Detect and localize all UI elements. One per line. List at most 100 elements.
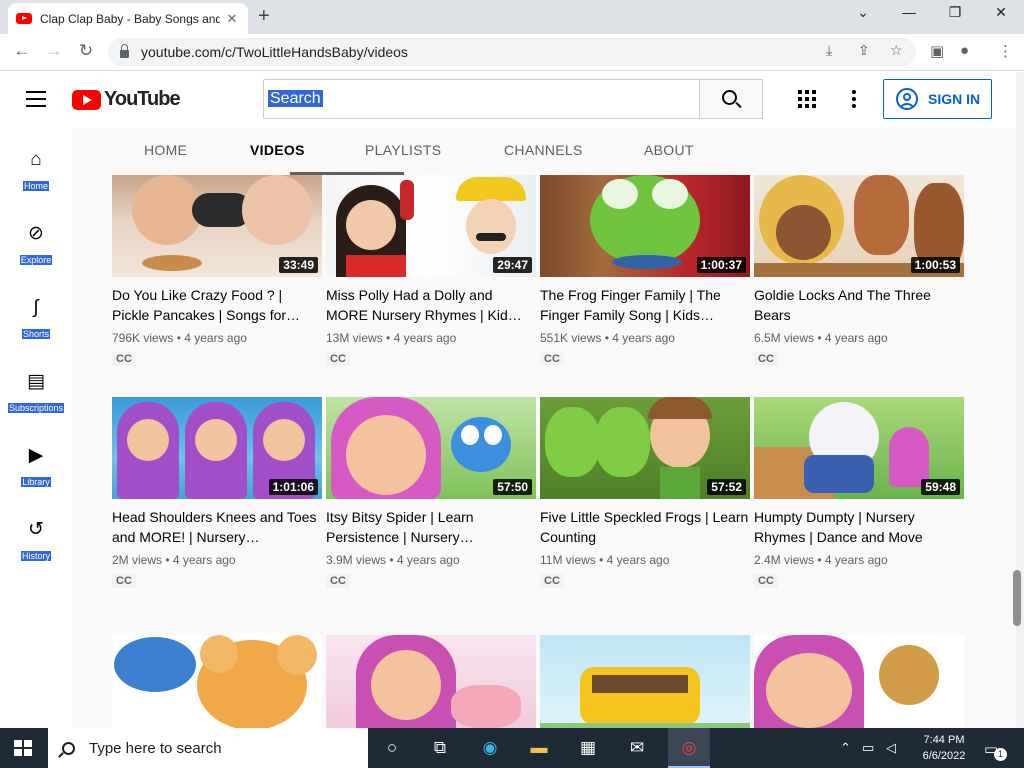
- sidebar-item-subscriptions[interactable]: ▤ Subscriptions: [0, 370, 72, 430]
- sidebar-item-home[interactable]: ⌂ Home: [0, 148, 72, 208]
- youtube-logo[interactable]: YouTube: [72, 88, 181, 111]
- view-count: 3.9M views: [326, 553, 387, 567]
- new-tab-button[interactable]: +: [258, 5, 270, 28]
- video-thumbnail[interactable]: 1:00:37: [540, 175, 750, 277]
- video-title[interactable]: Itsy Bitsy Spider | Learn Persistence | …: [326, 507, 536, 547]
- home-icon: ⌂: [30, 149, 42, 170]
- video-card[interactable]: 1:01:06 Head Shoulders Knees and Toes an…: [112, 397, 322, 589]
- sidebar-item-label: Shorts: [21, 329, 50, 339]
- video-card[interactable]: 1:00:53 Goldie Locks And The Three Bears…: [754, 175, 964, 367]
- video-thumbnail[interactable]: [540, 635, 750, 728]
- view-count: 6.5M views: [754, 331, 815, 345]
- taskbar-search-input[interactable]: Type here to search: [48, 728, 368, 768]
- microsoft-store-icon[interactable]: ▦: [576, 736, 600, 760]
- video-thumbnail[interactable]: 1:00:53: [754, 175, 964, 277]
- upload-age: 4 years ago: [184, 331, 247, 345]
- system-clock[interactable]: 7:44 PM 6/6/2022: [914, 732, 974, 764]
- tab-close-icon[interactable]: ✕: [224, 11, 240, 27]
- show-hidden-icons-icon[interactable]: ⌃: [840, 740, 851, 756]
- video-card[interactable]: 1:00:37 The Frog Finger Family | The Fin…: [540, 175, 750, 367]
- video-card[interactable]: 33:49 Do You Like Crazy Food ? | Pickle …: [112, 175, 322, 367]
- tab-playlists[interactable]: PLAYLISTS: [365, 142, 441, 158]
- subscriptions-icon: ▤: [27, 371, 45, 392]
- address-bar[interactable]: youtube.com/c/TwoLittleHandsBaby/videos: [108, 38, 916, 66]
- search-button[interactable]: [699, 79, 763, 119]
- video-thumbnail[interactable]: 59:48: [754, 397, 964, 499]
- video-card[interactable]: 57:52 Five Little Speckled Frogs | Learn…: [540, 397, 750, 589]
- video-title[interactable]: Humpty Dumpty | Nursery Rhymes | Dance a…: [754, 507, 964, 547]
- video-thumbnail[interactable]: [326, 635, 536, 728]
- video-duration: 1:00:37: [696, 257, 746, 273]
- bookmark-star-icon[interactable]: ☆: [890, 42, 903, 59]
- video-card[interactable]: 29:47 Miss Polly Had a Dolly and MORE Nu…: [326, 175, 536, 367]
- windows-start-icon[interactable]: [14, 740, 32, 756]
- apps-grid-icon[interactable]: [798, 90, 816, 108]
- browser-tab[interactable]: Clap Clap Baby - Baby Songs and ✕: [8, 3, 248, 34]
- share-icon[interactable]: ⇪: [858, 42, 870, 59]
- page-scrollbar-thumb[interactable]: [1013, 570, 1021, 626]
- video-thumbnail[interactable]: [112, 635, 322, 728]
- video-duration: 59:48: [921, 479, 960, 495]
- windows-taskbar: Type here to search ○ ⧉ ◉ ▬ ▦ ✉ ◎ ⌃ ▭ ◁ …: [0, 728, 1024, 768]
- profile-icon[interactable]: ●: [960, 42, 969, 59]
- restore-button[interactable]: ❐: [940, 4, 970, 21]
- cortana-icon[interactable]: ○: [380, 736, 404, 760]
- notification-count-badge: 1: [994, 748, 1007, 761]
- library-icon: ▶: [28, 445, 44, 466]
- tab-about[interactable]: ABOUT: [644, 142, 694, 158]
- video-meta: 2M views • 4 years ago: [112, 553, 236, 567]
- sign-in-button[interactable]: SIGN IN: [883, 79, 992, 119]
- close-window-button[interactable]: ✕: [986, 4, 1016, 21]
- video-card[interactable]: [112, 635, 322, 728]
- hamburger-menu-icon[interactable]: [26, 91, 46, 107]
- video-thumbnail[interactable]: 29:47: [326, 175, 536, 277]
- youtube-header: YouTube Search SIGN IN: [0, 72, 1024, 128]
- video-thumbnail[interactable]: 57:52: [540, 397, 750, 499]
- video-thumbnail[interactable]: 1:01:06: [112, 397, 322, 499]
- lock-icon: [120, 44, 129, 58]
- video-thumbnail[interactable]: [754, 635, 964, 728]
- tab-home[interactable]: HOME: [144, 142, 187, 158]
- video-title[interactable]: Goldie Locks And The Three Bears: [754, 285, 964, 325]
- video-title[interactable]: The Frog Finger Family | The Finger Fami…: [540, 285, 750, 325]
- upload-age: 4 years ago: [824, 331, 888, 345]
- sidebar-item-library[interactable]: ▶ Library: [0, 444, 72, 504]
- view-count: 13M views: [326, 331, 383, 345]
- reload-icon[interactable]: ↻: [74, 41, 98, 61]
- video-title[interactable]: Miss Polly Had a Dolly and MORE Nursery …: [326, 285, 536, 325]
- file-explorer-icon[interactable]: ▬: [527, 736, 551, 760]
- video-card[interactable]: 59:48 Humpty Dumpty | Nursery Rhymes | D…: [754, 397, 964, 589]
- video-card[interactable]: [540, 635, 750, 728]
- youtube-favicon-icon: [16, 13, 32, 24]
- sidebar-item-history[interactable]: ↺ History: [0, 518, 72, 578]
- task-view-icon[interactable]: ⧉: [428, 736, 452, 760]
- minimize-button[interactable]: —: [894, 4, 924, 20]
- sidebar-item-shorts[interactable]: ∫ Shorts: [0, 296, 72, 356]
- mail-icon[interactable]: ✉: [625, 736, 649, 760]
- sidebar-item-explore[interactable]: ⊘ Explore: [0, 222, 72, 282]
- video-title[interactable]: Do You Like Crazy Food ? | Pickle Pancak…: [112, 285, 322, 325]
- video-thumbnail[interactable]: 57:50: [326, 397, 536, 499]
- video-thumbnail[interactable]: 33:49: [112, 175, 322, 277]
- video-meta: 13M views • 4 years ago: [326, 331, 457, 345]
- video-title[interactable]: Five Little Speckled Frogs | Learn Count…: [540, 507, 750, 547]
- install-icon[interactable]: ⤓: [826, 42, 832, 59]
- search-input[interactable]: Search: [263, 79, 700, 119]
- video-card[interactable]: 57:50 Itsy Bitsy Spider | Learn Persiste…: [326, 397, 536, 589]
- clock-time: 7:44 PM: [923, 734, 965, 746]
- volume-icon[interactable]: ◁: [886, 740, 896, 756]
- back-arrow-icon[interactable]: ←: [10, 41, 34, 61]
- tab-videos[interactable]: VIDEOS: [250, 142, 305, 158]
- video-title[interactable]: Head Shoulders Knees and Toes and MORE! …: [112, 507, 322, 547]
- video-card[interactable]: [754, 635, 964, 728]
- side-panel-icon[interactable]: ▣: [930, 42, 944, 60]
- tab-search-icon[interactable]: ⌄: [848, 4, 878, 21]
- chrome-menu-icon[interactable]: ⋮: [998, 42, 1013, 60]
- video-card[interactable]: [326, 635, 536, 728]
- settings-more-icon[interactable]: [852, 90, 856, 108]
- tab-channels[interactable]: CHANNELS: [504, 142, 583, 158]
- edge-browser-icon[interactable]: ◉: [478, 736, 502, 760]
- forward-arrow-icon[interactable]: →: [42, 41, 66, 61]
- network-icon[interactable]: ▭: [862, 740, 874, 756]
- page-scrollbar-track[interactable]: [1016, 72, 1024, 728]
